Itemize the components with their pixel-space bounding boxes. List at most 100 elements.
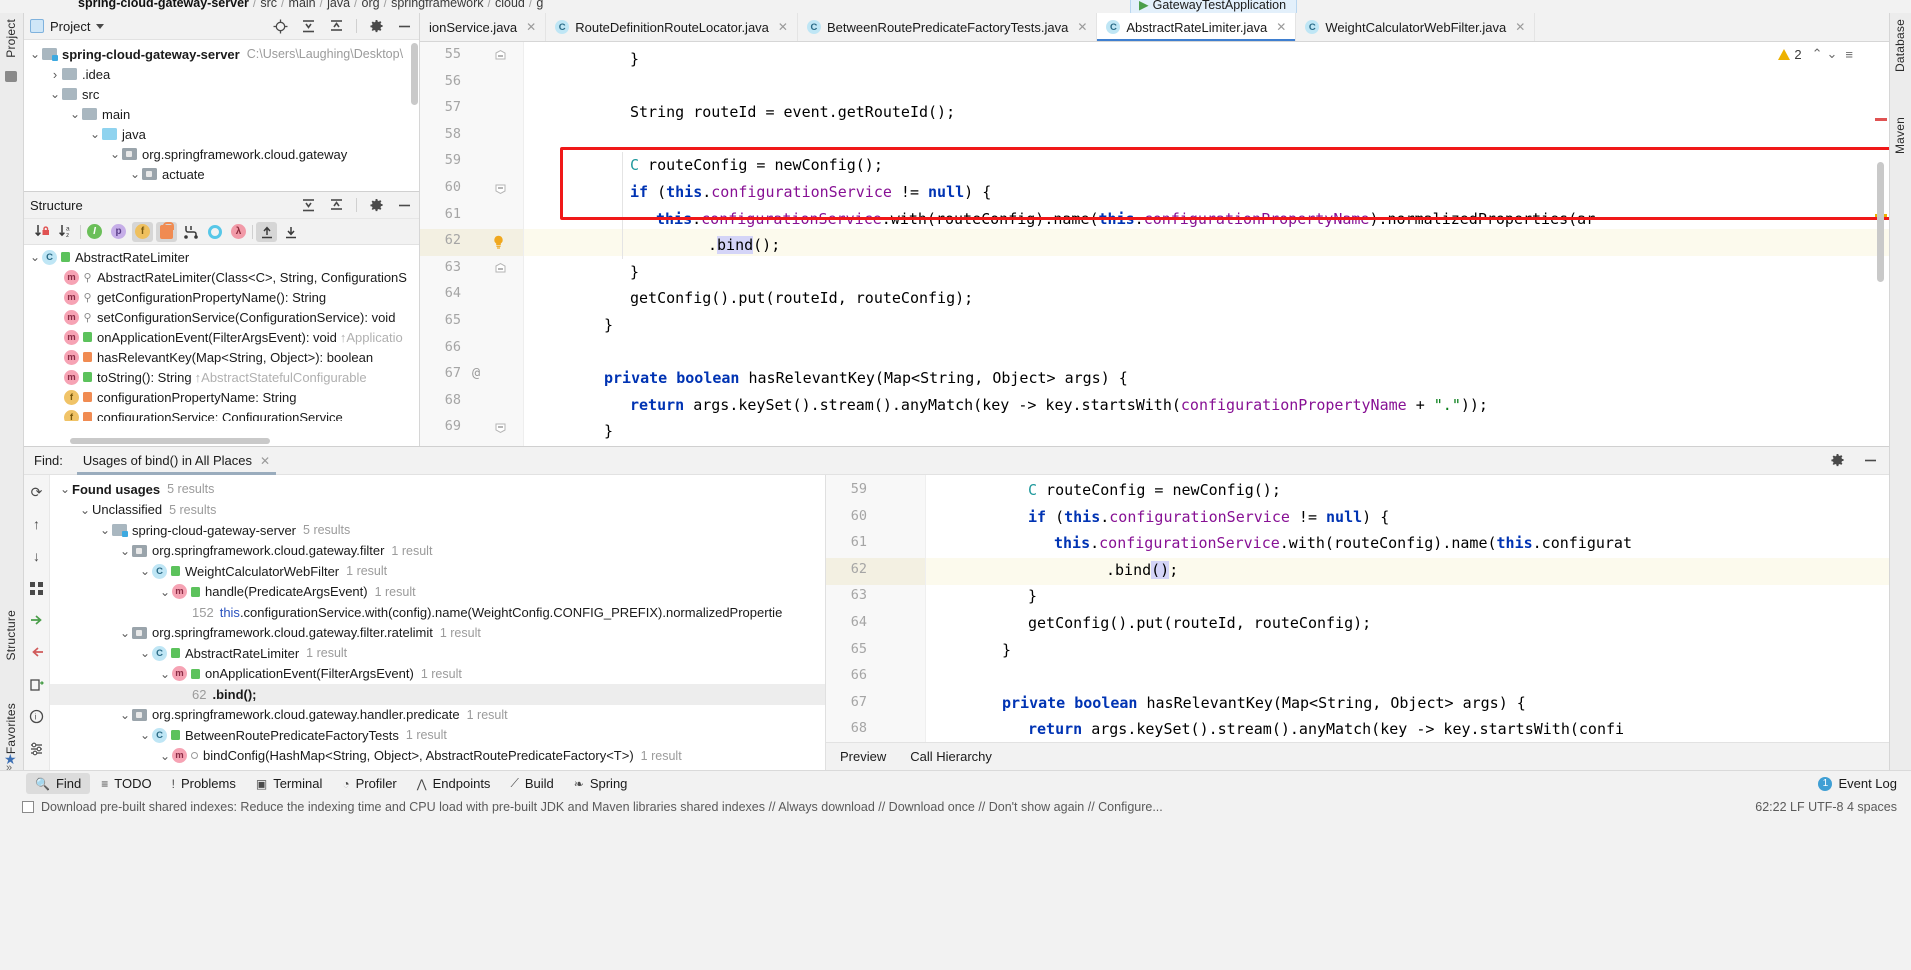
code-line[interactable]: private boolean hasRelevantKey(Map<Strin… <box>604 365 1128 392</box>
chevron-down-icon[interactable]: ⌄ <box>138 728 152 742</box>
find-result-row[interactable]: ⌄ org.springframework.cloud.gateway.filte… <box>50 623 825 644</box>
breadcrumb-project[interactable]: spring-cloud-gateway-server <box>78 0 249 10</box>
inspections-menu-icon[interactable]: ≡ <box>1845 47 1853 62</box>
editor-tab[interactable]: C BetweenRoutePredicateFactoryTests.java ✕ <box>798 13 1098 41</box>
code-line[interactable]: String routeId = event.getRouteId(); <box>630 99 955 126</box>
chevron-down-icon[interactable]: ⌄ <box>78 503 92 517</box>
preview-code-line[interactable]: private boolean hasRelevantKey(Map<Strin… <box>1002 694 1526 712</box>
fold-marker-icon[interactable] <box>495 422 506 434</box>
code-line[interactable]: C routeConfig = newConfig(); <box>630 152 883 179</box>
gear-icon[interactable] <box>368 18 385 35</box>
folder-icon[interactable] <box>5 71 17 82</box>
tool-button-maven[interactable]: Maven <box>1893 117 1907 154</box>
project-tree-row[interactable]: ⌄ actuate <box>24 164 419 184</box>
event-log-button[interactable]: 1 Event Log <box>1818 776 1897 791</box>
code-line[interactable]: this.configurationService.with(routeConf… <box>656 206 1595 233</box>
chevron-down-icon[interactable]: ⌄ <box>118 626 132 640</box>
breadcrumb-seg-4[interactable]: springframework <box>391 0 483 10</box>
breadcrumb-seg-5[interactable]: cloud <box>495 0 525 10</box>
chevron-down-icon[interactable]: ⌄ <box>28 47 42 61</box>
bottom-tab-terminal[interactable]: ▣ Terminal <box>247 773 331 794</box>
structure-tree-row[interactable]: m ⚲ AbstractRateLimiter(Class<C>, String, … <box>24 267 419 287</box>
preview-code-line[interactable]: } <box>1002 641 1011 659</box>
show-properties-icon[interactable]: p <box>108 222 129 242</box>
code-line[interactable]: } <box>604 418 613 445</box>
expand-all-icon[interactable] <box>300 18 317 35</box>
bottom-tab-build[interactable]: ⟋ Build <box>501 773 562 794</box>
show-anonymous-icon[interactable] <box>204 222 225 242</box>
next-occurrence-icon[interactable]: ↓ <box>28 547 46 565</box>
chevron-down-icon[interactable]: ⌄ <box>98 523 112 537</box>
preview-code-line[interactable]: return args.keySet().stream().anyMatch(k… <box>1028 720 1624 738</box>
project-scrollbar[interactable] <box>411 43 418 105</box>
editor-scrollbar[interactable] <box>1877 162 1884 282</box>
project-view-selector[interactable]: Project <box>30 19 105 34</box>
chevron-right-icon[interactable]: › <box>48 67 62 82</box>
find-result-row[interactable]: ⌄ C AbstractRateLimiter 1 result <box>50 643 825 664</box>
sort-alphabetically-icon[interactable]: az <box>56 222 77 242</box>
show-fields-icon[interactable]: f <box>132 221 153 242</box>
chevron-down-icon[interactable]: ⌄ <box>138 646 152 660</box>
editor-tab[interactable]: C AbstractRateLimiter.java ✕ <box>1097 13 1297 41</box>
intention-bulb-icon[interactable] <box>492 235 505 249</box>
editor-tab[interactable]: ionService.java ✕ <box>420 13 547 41</box>
project-tree-row[interactable]: ⌄ spring-cloud-gateway-server C:\Users\Lau… <box>24 44 419 64</box>
editor-tabs[interactable]: ionService.java ✕ C RouteDefinitionRouteLoc… <box>420 13 1889 42</box>
next-problem-icon[interactable]: ⌄ <box>1827 46 1838 62</box>
project-tree-row[interactable]: ⌄ java <box>24 124 419 144</box>
chevron-down-icon[interactable]: ⌄ <box>28 250 42 264</box>
find-result-row[interactable]: ⌄ m onApplicationEvent(FilterArgsEvent) 1 r… <box>50 664 825 685</box>
structure-tree-row[interactable]: m ⚲ setConfigurationService(ConfigurationS… <box>24 307 419 327</box>
preview-code-line[interactable]: if (this.configurationService != null) { <box>1028 508 1389 526</box>
code-line[interactable]: if (this.configurationService != null) { <box>630 179 991 206</box>
annotation-marker-icon[interactable]: @ <box>472 365 480 381</box>
collapse-all-icon[interactable] <box>280 222 301 242</box>
error-stripe-mark[interactable] <box>1875 118 1887 121</box>
show-non-public-icon[interactable] <box>156 221 177 242</box>
structure-tree-row[interactable]: m toString(): String ↑AbstractStatefulConf… <box>24 367 419 387</box>
chevron-down-icon[interactable]: ⌄ <box>128 167 142 181</box>
breadcrumb-seg-1[interactable]: main <box>289 0 316 10</box>
find-result-row[interactable]: ⌄ Unclassified 5 results <box>50 500 825 521</box>
preview-tabs[interactable]: Preview Call Hierarchy <box>826 742 1889 770</box>
editor-tab[interactable]: C WeightCalculatorWebFilter.java ✕ <box>1296 13 1536 41</box>
chevron-down-icon[interactable]: ⌄ <box>158 585 172 599</box>
inspection-status-widget[interactable]: 2 ⌃ ⌄ ≡ <box>1778 46 1853 62</box>
editor-gutter[interactable]: 55 56 57 58 59 60 61 62 63 64 65 66 67 @68 69 <box>420 42 524 446</box>
preview-tab[interactable]: Call Hierarchy <box>910 749 992 764</box>
editor-tab[interactable]: C RouteDefinitionRouteLocator.java ✕ <box>546 13 798 41</box>
chevron-down-icon[interactable]: ⌄ <box>48 87 62 101</box>
project-tree-row[interactable]: › .idea <box>24 64 419 84</box>
code-line[interactable]: getConfig().put(routeId, routeConfig); <box>630 285 973 312</box>
structure-hscrollbar[interactable] <box>70 438 270 444</box>
group-by-icon[interactable] <box>28 579 46 597</box>
preview-code-line[interactable]: } <box>1028 587 1037 605</box>
find-result-row[interactable]: ⌄ m bindConfig(HashMap<String, Object>, Ab… <box>50 746 825 767</box>
chevron-down-icon[interactable]: ⌄ <box>118 544 132 558</box>
autoscroll-from-source-icon[interactable] <box>28 643 46 661</box>
gear-icon[interactable] <box>368 197 385 214</box>
fold-marker-icon[interactable] <box>495 50 506 61</box>
hide-icon[interactable] <box>1862 452 1879 469</box>
close-icon[interactable]: ✕ <box>1515 20 1525 34</box>
group-methods-icon[interactable] <box>180 222 201 242</box>
project-tree[interactable]: ⌄ spring-cloud-gateway-server C:\Users\Lau… <box>24 40 419 190</box>
find-result-row[interactable]: ⌄ org.springframework.cloud.gateway.filte… <box>50 541 825 562</box>
bottom-tab-todo[interactable]: ≡ TODO <box>92 773 160 794</box>
gear-icon[interactable] <box>1829 452 1846 469</box>
chevron-down-icon[interactable] <box>96 23 105 29</box>
close-icon[interactable]: ✕ <box>1276 20 1286 34</box>
preview-tab[interactable]: Preview <box>840 749 886 764</box>
code-line[interactable]: } <box>604 312 613 339</box>
run-configuration-widget[interactable]: ▶ GatewayTestApplication <box>1130 0 1298 13</box>
find-result-row[interactable]: ⌄ C BetweenRoutePredicateFactoryTests 1 res… <box>50 725 825 746</box>
structure-tree[interactable]: ⌄ C AbstractRateLimiter m ⚲ AbstractRateLimit… <box>24 245 419 421</box>
project-tree-row[interactable]: ⌄ src <box>24 84 419 104</box>
preview-code-line[interactable]: C routeConfig = newConfig(); <box>1028 481 1281 499</box>
tool-button-database[interactable]: Database <box>1893 19 1907 72</box>
find-result-row[interactable]: ⌄ Found usages 5 results <box>50 479 825 500</box>
chevron-down-icon[interactable]: ⌄ <box>158 749 172 763</box>
rerun-icon[interactable]: ⟳ <box>28 483 46 501</box>
chevron-down-icon[interactable]: ⌄ <box>88 127 102 141</box>
code-line[interactable]: } <box>630 46 639 73</box>
